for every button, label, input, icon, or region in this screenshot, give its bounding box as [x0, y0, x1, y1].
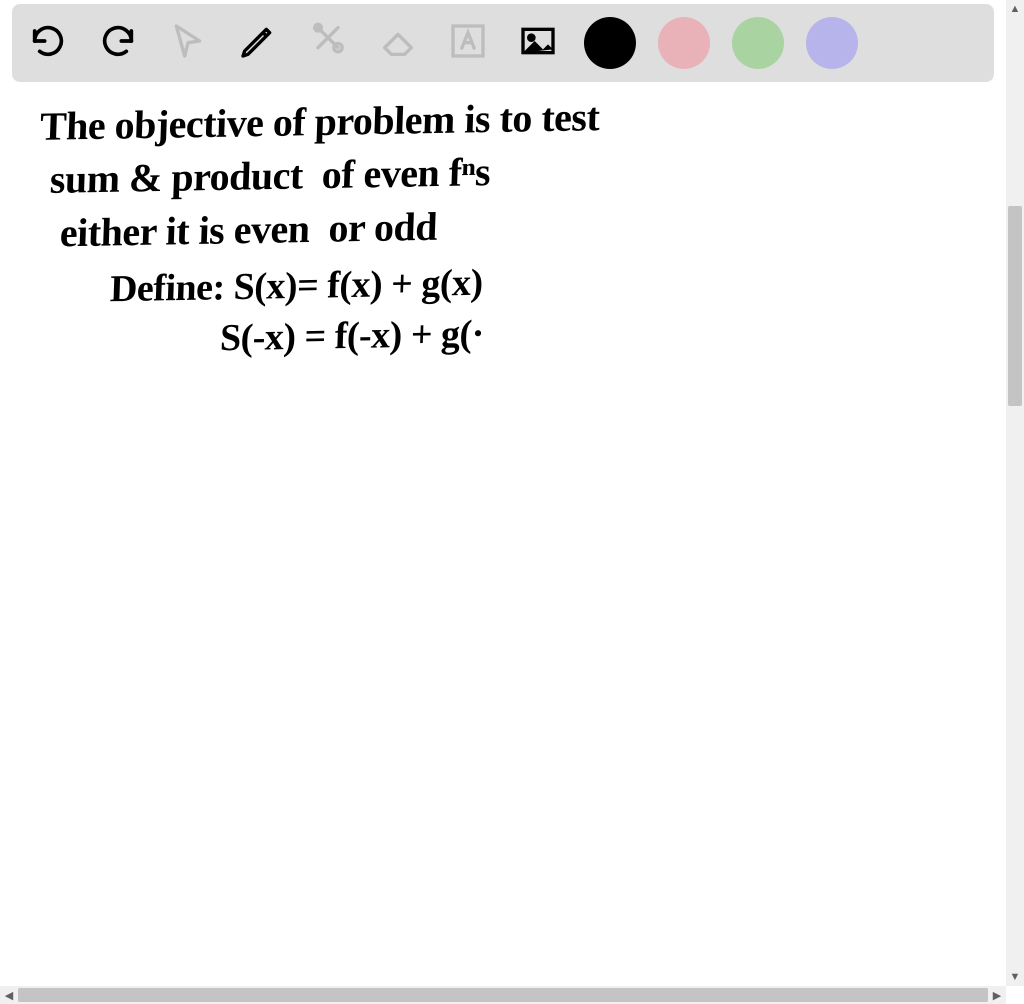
- vertical-scroll-thumb[interactable]: [1008, 206, 1022, 406]
- text-icon: [448, 21, 488, 66]
- pencil-icon: [238, 21, 278, 66]
- vertical-scrollbar[interactable]: ▲ ▼: [1006, 0, 1024, 986]
- redo-icon: [98, 21, 138, 66]
- pointer-icon: [168, 21, 208, 66]
- handwriting-line: The objective of problem is to test: [39, 93, 600, 150]
- pointer-button[interactable]: [164, 19, 212, 67]
- horizontal-scrollbar[interactable]: ◀ ▶: [0, 986, 1006, 1004]
- toolbar: [12, 4, 994, 82]
- scroll-down-button[interactable]: ▼: [1006, 968, 1024, 986]
- handwriting-line: sum & product of even fⁿs: [49, 148, 491, 203]
- drawing-canvas[interactable]: The objective of problem is to test sum …: [0, 88, 1006, 988]
- image-button[interactable]: [514, 19, 562, 67]
- horizontal-scroll-thumb[interactable]: [18, 988, 988, 1002]
- undo-button[interactable]: [24, 19, 72, 67]
- redo-button[interactable]: [94, 19, 142, 67]
- text-button[interactable]: [444, 19, 492, 67]
- undo-icon: [28, 21, 68, 66]
- handwriting-line: S(-x) = f(-x) + g(·: [219, 312, 484, 361]
- eraser-icon: [378, 21, 418, 66]
- drawing-app: The objective of problem is to test sum …: [0, 0, 1024, 1004]
- scroll-right-button[interactable]: ▶: [988, 986, 1006, 1004]
- handwriting-line: Define: S(x)= f(x) + g(x): [109, 261, 483, 312]
- pencil-button[interactable]: [234, 19, 282, 67]
- color-purple[interactable]: [806, 17, 858, 69]
- eraser-button[interactable]: [374, 19, 422, 67]
- scroll-up-button[interactable]: ▲: [1006, 0, 1024, 18]
- tools-button[interactable]: [304, 19, 352, 67]
- handwriting-line: either it is even or odd: [59, 203, 438, 257]
- image-icon: [518, 21, 558, 66]
- scroll-left-button[interactable]: ◀: [0, 986, 18, 1004]
- color-black[interactable]: [584, 17, 636, 69]
- tools-icon: [308, 21, 348, 66]
- color-pink[interactable]: [658, 17, 710, 69]
- color-green[interactable]: [732, 17, 784, 69]
